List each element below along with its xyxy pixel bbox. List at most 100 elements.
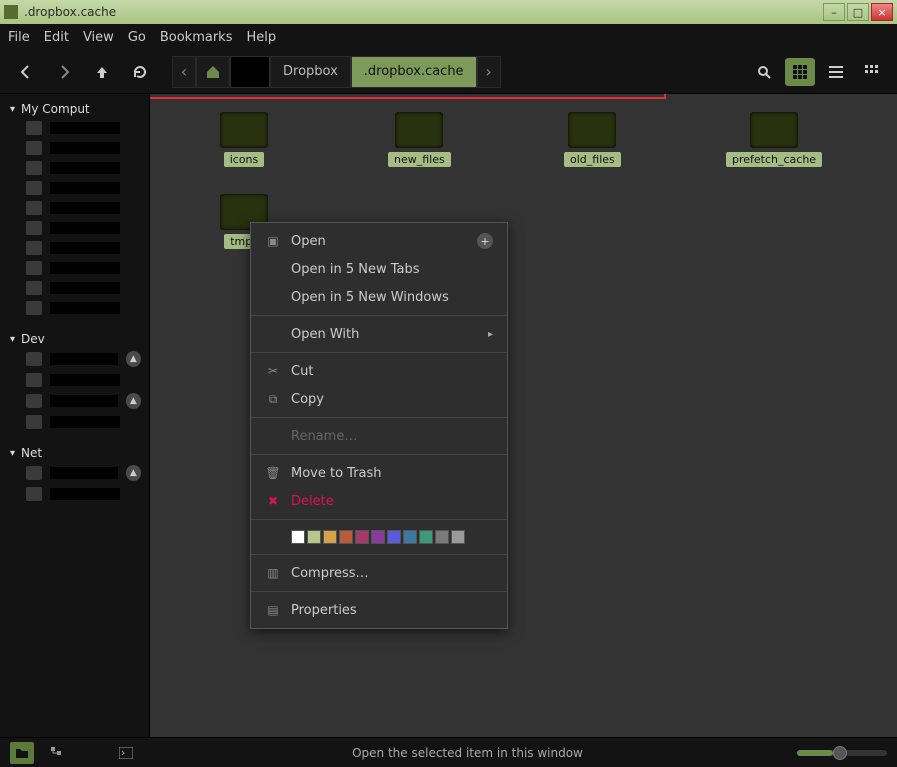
zoom-slider[interactable] (797, 750, 887, 756)
folder-new-files[interactable]: new_files (388, 112, 451, 167)
eject-icon[interactable]: ▲ (126, 393, 141, 409)
color-swatch[interactable] (419, 530, 433, 544)
sidebar-item-g[interactable] (0, 238, 149, 258)
sidebar-net-b[interactable] (0, 484, 149, 504)
list-icon (829, 65, 843, 79)
ctx-compress[interactable]: ▥Compress… (251, 559, 507, 587)
sidebar-dev-a[interactable]: ▲ (0, 348, 149, 370)
chevron-down-icon: ▾ (10, 104, 15, 115)
sidebar-header-devices[interactable]: ▾Dev (0, 330, 149, 348)
ctx-move-trash[interactable]: 🗑Move to Trash (251, 459, 507, 487)
separator (251, 591, 507, 592)
eject-icon[interactable]: ▲ (126, 351, 141, 367)
slider-thumb[interactable] (833, 746, 847, 760)
color-swatch[interactable] (435, 530, 449, 544)
sidebar-item-h[interactable] (0, 258, 149, 278)
file-pane[interactable]: icons new_files old_files prefetch_cache… (150, 94, 897, 737)
forward-button[interactable] (48, 56, 80, 88)
menu-help[interactable]: Help (246, 30, 276, 45)
trash-icon: 🗑 (265, 465, 281, 481)
sidebar-header-network[interactable]: ▾Net (0, 444, 149, 462)
back-button[interactable] (10, 56, 42, 88)
folder-icon (26, 281, 42, 295)
breadcrumb-prev[interactable]: ‹ (172, 56, 196, 88)
chevron-down-icon: ▾ (10, 448, 15, 459)
close-button[interactable]: × (871, 3, 893, 21)
search-button[interactable] (749, 58, 779, 86)
sidebar-item-f[interactable] (0, 218, 149, 238)
color-swatch[interactable] (387, 530, 401, 544)
color-swatch[interactable] (451, 530, 465, 544)
reload-button[interactable] (124, 56, 156, 88)
folder-prefetch-cache[interactable]: prefetch_cache (726, 112, 822, 167)
status-tree-button[interactable] (46, 742, 70, 764)
sidebar-item-d[interactable] (0, 178, 149, 198)
separator (251, 315, 507, 316)
folder-icon (26, 221, 42, 235)
color-swatch[interactable] (403, 530, 417, 544)
folder-icon (26, 181, 42, 195)
menu-file[interactable]: File (8, 30, 30, 45)
chevron-right-icon: ▸ (488, 329, 493, 340)
minimize-button[interactable]: – (823, 3, 845, 21)
ctx-open-with[interactable]: Open With▸ (251, 320, 507, 348)
sidebar-header-computer[interactable]: ▾My Comput (0, 100, 149, 118)
compact-view-button[interactable] (857, 58, 887, 86)
ctx-cut[interactable]: ✂Cut (251, 357, 507, 385)
breadcrumb-current[interactable]: .dropbox.cache (351, 56, 477, 88)
menu-bookmarks[interactable]: Bookmarks (160, 30, 233, 45)
annotation-highlight (150, 94, 666, 99)
ctx-properties[interactable]: ▤Properties (251, 596, 507, 624)
properties-icon: ▤ (265, 602, 281, 618)
sidebar-dev-d[interactable] (0, 412, 149, 432)
folder-icon (26, 161, 42, 175)
maximize-button[interactable]: □ (847, 3, 869, 21)
cut-icon: ✂ (265, 363, 281, 379)
trash-icon (26, 301, 42, 315)
breadcrumb-next[interactable]: › (477, 56, 501, 88)
menu-edit[interactable]: Edit (44, 30, 69, 45)
color-swatch[interactable] (339, 530, 353, 544)
ctx-delete[interactable]: ✖Delete (251, 487, 507, 515)
ctx-open[interactable]: ▣Open+ (251, 227, 507, 255)
color-swatch[interactable] (355, 530, 369, 544)
up-button[interactable] (86, 56, 118, 88)
context-menu: ▣Open+ Open in 5 New Tabs Open in 5 New … (250, 222, 508, 629)
sidebar-dev-c[interactable]: ▲ (0, 390, 149, 412)
open-icon: ▣ (265, 233, 281, 249)
sidebar-item-trash[interactable] (0, 298, 149, 318)
folder-icon (26, 121, 42, 135)
color-swatch[interactable] (323, 530, 337, 544)
sidebar-item-i[interactable] (0, 278, 149, 298)
folder-icons[interactable]: icons (220, 112, 268, 167)
breadcrumb-home[interactable] (196, 56, 230, 88)
tree-icon (51, 747, 65, 759)
ctx-open-tabs[interactable]: Open in 5 New Tabs (251, 255, 507, 283)
sidebar-dev-b[interactable] (0, 370, 149, 390)
ctx-open-windows[interactable]: Open in 5 New Windows (251, 283, 507, 311)
ctx-copy[interactable]: ⧉Copy (251, 385, 507, 413)
color-swatch[interactable] (291, 530, 305, 544)
status-terminal-button[interactable] (114, 742, 138, 764)
sidebar-net-a[interactable]: ▲ (0, 462, 149, 484)
menu-view[interactable]: View (83, 30, 114, 45)
folder-icon (750, 112, 798, 148)
status-places-button[interactable] (10, 742, 34, 764)
sidebar-item-e[interactable] (0, 198, 149, 218)
breadcrumb-user[interactable] (230, 56, 270, 88)
menu-go[interactable]: Go (128, 30, 146, 45)
breadcrumb-dropbox[interactable]: Dropbox (270, 56, 351, 88)
eject-icon[interactable]: ▲ (126, 465, 141, 481)
folder-icon (395, 112, 443, 148)
folder-icon (568, 112, 616, 148)
sidebar-item-b[interactable] (0, 138, 149, 158)
list-view-button[interactable] (821, 58, 851, 86)
grid-view-button[interactable] (785, 58, 815, 86)
folder-icon (26, 201, 42, 215)
color-swatch[interactable] (307, 530, 321, 544)
sidebar-item-c[interactable] (0, 158, 149, 178)
separator (251, 554, 507, 555)
folder-old-files[interactable]: old_files (564, 112, 621, 167)
color-swatch[interactable] (371, 530, 385, 544)
sidebar-item-a[interactable] (0, 118, 149, 138)
